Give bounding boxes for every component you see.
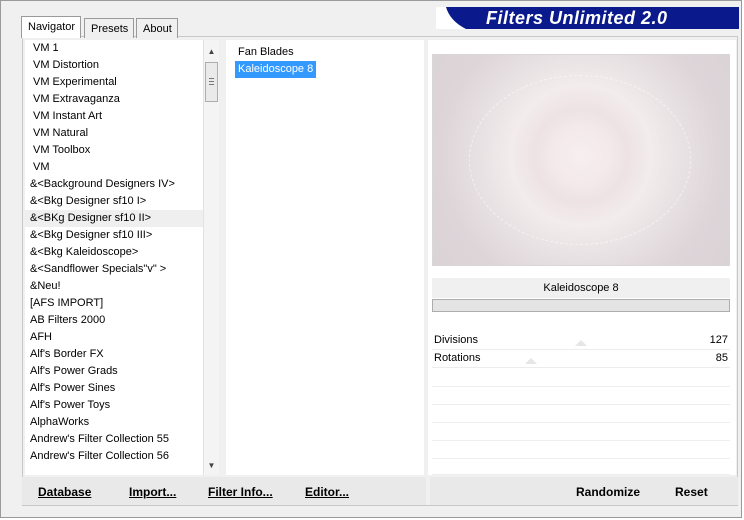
slider-thumb-divisions[interactable] [575, 340, 587, 346]
category-item[interactable]: AFH [25, 329, 203, 346]
filter-list[interactable]: Fan Blades Kaleidoscope 8 [226, 40, 424, 475]
reset-button[interactable]: Reset [675, 484, 708, 500]
tab-navigator[interactable]: Navigator [21, 16, 81, 38]
tab-presets-label: Presets [91, 23, 129, 35]
preview-kaleidoscope-ring [469, 75, 691, 245]
slider-thumb-rotations[interactable] [525, 358, 537, 364]
category-item[interactable]: Alf's Power Grads [25, 363, 203, 380]
empty-param-row [432, 388, 730, 405]
empty-param-row [432, 370, 730, 387]
param-value: 127 [709, 334, 728, 346]
empty-param-row [432, 406, 730, 423]
scroll-up-arrow-icon[interactable]: ▲ [204, 44, 219, 59]
param-name: Rotations [434, 352, 481, 364]
tab-about[interactable]: About [136, 18, 178, 38]
category-item[interactable]: &<BKg Designer sf10 II> [25, 210, 203, 227]
category-item[interactable]: VM [25, 159, 203, 176]
filter-item-label: Kaleidoscope 8 [238, 63, 314, 75]
progress-bar [432, 299, 730, 312]
category-item[interactable]: Andrew's Filter Collection 55 [25, 431, 203, 448]
tab-navigator-label: Navigator [28, 21, 76, 33]
tab-presets[interactable]: Presets [84, 18, 134, 38]
param-name: Divisions [434, 334, 479, 346]
filter-item-kaleidoscope-8[interactable]: Kaleidoscope 8 [235, 61, 317, 78]
category-item[interactable]: VM Experimental [25, 74, 203, 91]
category-item[interactable]: VM Distortion [25, 57, 203, 74]
empty-param-row [432, 442, 730, 459]
filter-info-button[interactable]: Filter Info... [208, 484, 273, 500]
category-item[interactable]: &<Bkg Designer sf10 III> [25, 227, 203, 244]
category-item[interactable]: AB Filters 2000 [25, 312, 203, 329]
category-item[interactable]: Alf's Power Sines [25, 380, 203, 397]
banner-title: Filters Unlimited 2.0 [486, 8, 668, 28]
scroll-down-arrow-icon[interactable]: ▼ [204, 458, 219, 473]
editor-button[interactable]: Editor... [305, 484, 349, 500]
category-item[interactable]: &<Bkg Designer sf10 I> [25, 193, 203, 210]
grip-line [209, 81, 214, 82]
category-item[interactable]: VM Toolbox [25, 142, 203, 159]
category-list[interactable]: VM 1 VM Distortion VM Experimental VM Extra… [25, 40, 203, 475]
category-item[interactable]: VM Extravaganza [25, 91, 203, 108]
category-item[interactable]: VM 1 [25, 40, 203, 57]
grip-line [209, 84, 214, 85]
category-item[interactable]: &Neu! [25, 278, 203, 295]
category-item[interactable]: Alf's Power Toys [25, 397, 203, 414]
category-item[interactable]: VM Natural [25, 125, 203, 142]
filter-item-fan-blades[interactable]: Fan Blades [235, 44, 297, 61]
tab-about-label: About [143, 23, 172, 35]
database-button[interactable]: Database [38, 484, 91, 500]
category-item[interactable]: &<Sandflower Specials"v" > [25, 261, 203, 278]
category-item[interactable]: &<Background Designers IV> [25, 176, 203, 193]
category-item[interactable]: [AFS IMPORT] [25, 295, 203, 312]
grip-line [209, 78, 214, 79]
randomize-button[interactable]: Randomize [576, 484, 640, 500]
scroll-thumb[interactable] [205, 62, 218, 102]
param-value: 85 [715, 352, 728, 364]
category-scrollbar[interactable]: ▲ ▼ [203, 40, 219, 475]
title-banner: Filters Unlimited 2.0 [436, 7, 739, 29]
category-item[interactable]: AlphaWorks [25, 414, 203, 431]
category-item[interactable]: &<Bkg Kaleidoscope> [25, 244, 203, 261]
param-row-divisions[interactable]: Divisions 127 [432, 332, 730, 350]
progress-fill [433, 300, 729, 311]
filter-item-label: Fan Blades [238, 46, 294, 58]
selected-filter-name: Kaleidoscope 8 [543, 282, 619, 294]
category-item[interactable]: Andrew's Filter Collection 56 [25, 448, 203, 465]
param-row-rotations[interactable]: Rotations 85 [432, 350, 730, 368]
category-item[interactable]: VM Instant Art [25, 108, 203, 125]
selected-filter-title: Kaleidoscope 8 [432, 278, 730, 298]
empty-param-row [432, 424, 730, 441]
category-item[interactable]: Alf's Border FX [25, 346, 203, 363]
import-button[interactable]: Import... [129, 484, 176, 500]
empty-param-row [432, 458, 730, 475]
